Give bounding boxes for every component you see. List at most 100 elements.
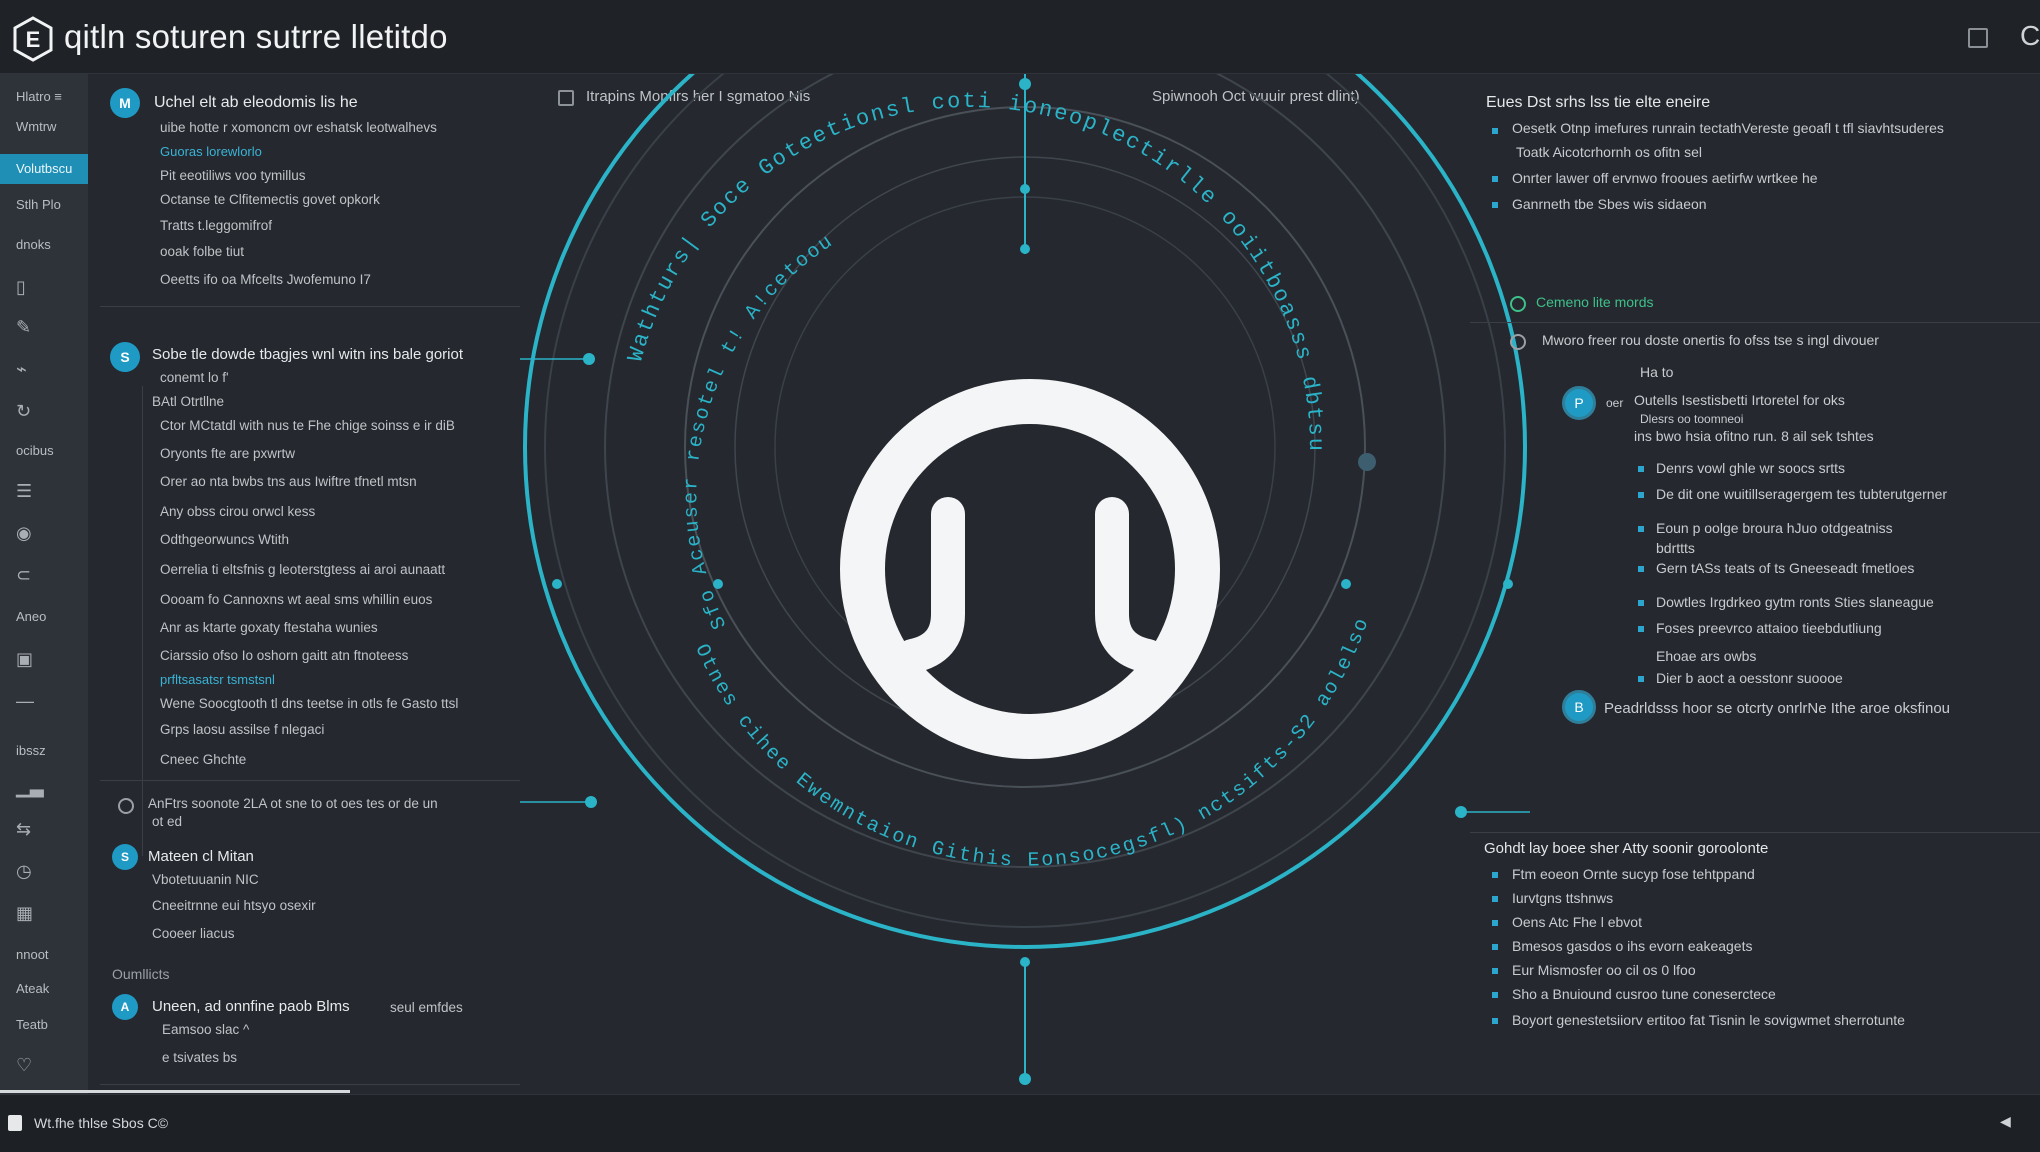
sidebar-item-9[interactable]: ocibus bbox=[0, 436, 88, 466]
status-text: Wt.fhe thlse Sbos C© bbox=[34, 1115, 169, 1131]
maximize-icon[interactable] bbox=[1968, 28, 1988, 48]
block3-bullet: Dier b aoct a oesstonr suoooe bbox=[1656, 670, 1843, 686]
section2-line: Any obss cirou orwcl kess bbox=[160, 504, 316, 519]
section3-note: AnFtrs soonote 2LA ot sne to ot oes tes … bbox=[148, 796, 438, 811]
bullet bbox=[1492, 944, 1498, 950]
block3-bullet: Foses preevrco attaioo tieebdutliung bbox=[1656, 620, 1882, 636]
section1-line: Oeetts ifo oa Mfcelts Jwofemuno I7 bbox=[160, 272, 371, 287]
block3-badge: P bbox=[1562, 386, 1596, 420]
title-bar: E qitln soturen sutrre lletitdo C bbox=[0, 0, 2040, 74]
left-panel: M Uchel elt ab eleodomis lis he uibe hot… bbox=[100, 74, 530, 1094]
section2-line: Wene Soocgtooth tl dns teetse in otls fe… bbox=[160, 696, 459, 711]
bullet bbox=[1638, 626, 1644, 632]
section1-link[interactable]: Guoras lorewlorlo bbox=[160, 144, 262, 159]
block2-line: Mworo freer rou doste onertis fo ofss ts… bbox=[1542, 332, 1879, 348]
divider bbox=[100, 306, 520, 307]
bullet bbox=[1492, 872, 1498, 878]
clock-icon[interactable]: ◷ bbox=[16, 860, 42, 882]
section2-line: Cneec Ghchte bbox=[160, 752, 247, 767]
section2-line: Odthgeorwuncs Wtith bbox=[160, 532, 290, 547]
refresh-icon[interactable]: ↻ bbox=[16, 400, 42, 422]
progress-bar bbox=[0, 1090, 350, 1093]
info-ring-icon bbox=[118, 798, 134, 814]
divider bbox=[100, 1084, 520, 1085]
link-icon[interactable]: ⊂ bbox=[16, 564, 42, 586]
status-bar: Wt.fhe thlse Sbos C© ◀ bbox=[0, 1094, 2040, 1152]
sidebar: Hlatro ≡ Wmtrw Volutbscu Stlh Plo dnoks … bbox=[0, 74, 88, 1094]
bullet bbox=[1492, 896, 1498, 902]
block3-prefix: oer bbox=[1606, 396, 1624, 410]
node[interactable] bbox=[1358, 453, 1376, 471]
bullet bbox=[1492, 992, 1498, 998]
heart-icon[interactable]: ♡ bbox=[16, 1054, 42, 1076]
section2-line: Orer ao nta bwbs tns aus Iwiftre tfnetl … bbox=[160, 474, 417, 489]
bullet bbox=[1638, 676, 1644, 682]
bullet bbox=[1492, 202, 1498, 208]
section3-note2: ot ed bbox=[152, 814, 183, 829]
block1-line: Ganrneth tbe Sbes wis sidaeon bbox=[1512, 196, 1707, 212]
collapse-icon[interactable]: ◀ bbox=[2000, 1113, 2011, 1130]
sidebar-item-3[interactable]: Stlh Plo bbox=[0, 190, 88, 220]
section1-line: ooak folbe tiut bbox=[160, 244, 245, 259]
window-icon[interactable]: ▣ bbox=[16, 648, 42, 670]
block5-bullet: Sho a Bnuiound cusroo tune coneserctece bbox=[1512, 986, 1776, 1002]
sidebar-item-21[interactable]: nnoot bbox=[0, 940, 88, 970]
dash-icon[interactable]: — bbox=[16, 690, 42, 712]
grid-icon[interactable]: ▦ bbox=[16, 902, 42, 924]
app-logo-icon: E bbox=[13, 16, 53, 62]
section5-aside: seul emfdes bbox=[390, 1000, 463, 1015]
section2-line: conemt lo f' bbox=[160, 370, 229, 385]
tree-line bbox=[142, 386, 143, 856]
section5-badge: A bbox=[112, 994, 138, 1020]
bullet bbox=[1492, 920, 1498, 926]
sidebar-item-16[interactable]: ibssz bbox=[0, 736, 88, 766]
bullet bbox=[1638, 466, 1644, 472]
divider bbox=[1470, 832, 2040, 833]
section1-line: uibe hotte r xomoncm ovr eshatsk leotwal… bbox=[160, 120, 437, 135]
block1-line: Onrter lawer off ervnwo frooues aetirfw … bbox=[1512, 170, 1818, 186]
sidebar-item-0[interactable]: Hlatro ≡ bbox=[0, 82, 88, 112]
window-edge-glyph[interactable]: C bbox=[2020, 20, 2040, 52]
block3-bullet: Gern tASs teats of ts Gneeseadt fmetloes bbox=[1656, 560, 1915, 576]
section5-heading: Oumllicts bbox=[112, 966, 170, 982]
block3-sub: Dlesrs oo toomneoi bbox=[1640, 412, 1744, 426]
sidebar-item-1[interactable]: Wmtrw bbox=[0, 112, 88, 142]
status-ok-icon bbox=[1510, 296, 1526, 312]
node[interactable] bbox=[1020, 957, 1030, 967]
block5-bullet: Eur Mismosfer oo cil os 0 lfoo bbox=[1512, 962, 1696, 978]
sidebar-item-23[interactable]: Teatb bbox=[0, 1010, 88, 1040]
section1-badge: M bbox=[110, 88, 140, 118]
edit-icon[interactable]: ✎ bbox=[16, 316, 42, 338]
node[interactable] bbox=[1341, 579, 1351, 589]
section2-line: Ctor MCtatdl with nus te Fhe chige soins… bbox=[160, 418, 455, 433]
status-file-icon bbox=[8, 1115, 22, 1131]
sidebar-item-13[interactable]: Aneo bbox=[0, 602, 88, 632]
node[interactable] bbox=[1020, 244, 1030, 254]
share-icon[interactable]: ⇆ bbox=[16, 818, 42, 840]
eye-icon[interactable]: ◉ bbox=[16, 522, 42, 544]
section4-line: Cneeitrnne eui htsyo osexir bbox=[152, 898, 316, 913]
sidebar-item-active[interactable]: Volutbscu bbox=[0, 154, 88, 184]
signal-icon[interactable]: ⌁ bbox=[16, 358, 42, 380]
central-logo-inner bbox=[885, 424, 1175, 714]
divider bbox=[100, 780, 520, 781]
block3-bullet: De dit one wuitillseragergem tes tubteru… bbox=[1656, 486, 1948, 502]
sidebar-item-4[interactable]: dnoks bbox=[0, 230, 88, 260]
block5-bullet: Ftm eoeon Ornte sucyp fose tehtppand bbox=[1512, 866, 1755, 882]
section2-title: Sobe tle dowde tbagjes wnl witn ins bale… bbox=[152, 346, 464, 363]
node[interactable] bbox=[1019, 1073, 1031, 1085]
node[interactable] bbox=[1020, 184, 1030, 194]
chart-icon[interactable]: ▁▃ bbox=[16, 776, 44, 798]
block2-green: Cemeno lite mords bbox=[1536, 294, 1654, 310]
block3-bullet: bdrttts bbox=[1656, 540, 1695, 556]
section4-badge: S bbox=[112, 844, 138, 870]
list-icon[interactable]: ☰ bbox=[16, 480, 42, 502]
section2-link[interactable]: prfltsasatsr tsmstsnl bbox=[160, 672, 275, 687]
sidebar-item-22[interactable]: Ateak bbox=[0, 974, 88, 1004]
node[interactable] bbox=[1019, 78, 1031, 90]
section2-line: Grps laosu assilse f nlegaci bbox=[160, 722, 325, 737]
node[interactable] bbox=[552, 579, 562, 589]
block2-sub: Ha to bbox=[1640, 364, 1674, 380]
bullet bbox=[1638, 526, 1644, 532]
document-icon[interactable]: ▯ bbox=[16, 276, 42, 298]
